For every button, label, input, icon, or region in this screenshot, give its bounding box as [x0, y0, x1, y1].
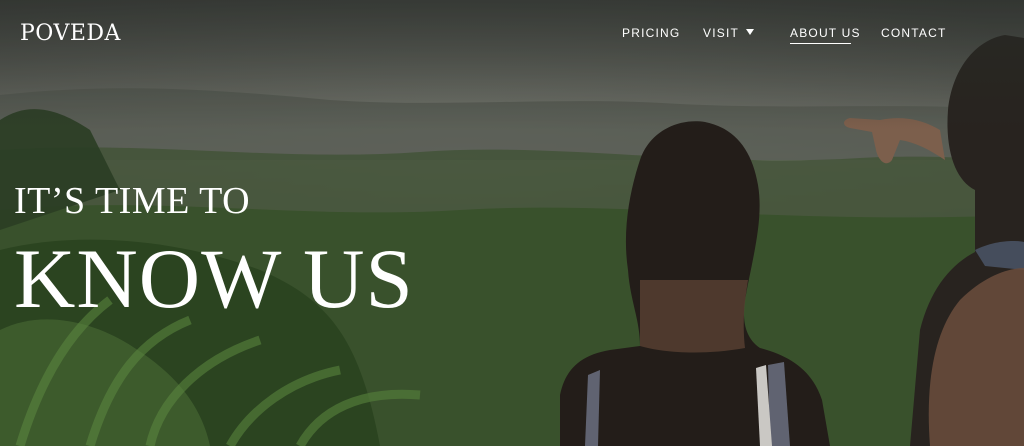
hero-headline: IT’S TIME TO KNOW US — [14, 178, 414, 324]
chevron-down-icon[interactable] — [746, 29, 754, 35]
nav-item-pricing[interactable]: PRICING — [622, 24, 680, 42]
site-logo[interactable]: POVEDA — [20, 20, 121, 48]
nav-item-contact[interactable]: CONTACT — [881, 24, 947, 42]
hero-subheading: IT’S TIME TO — [14, 180, 251, 222]
nav-item-about-us[interactable]: ABOUT US — [790, 24, 861, 42]
site-header: POVEDA PRICING VISIT ABOUT US CONTACT — [0, 0, 1024, 70]
hero-heading: KNOW US — [14, 232, 414, 326]
hero-section: POVEDA PRICING VISIT ABOUT US CONTACT IT… — [0, 0, 1024, 446]
nav-item-visit[interactable]: VISIT — [703, 24, 739, 42]
active-nav-underline — [790, 43, 851, 44]
